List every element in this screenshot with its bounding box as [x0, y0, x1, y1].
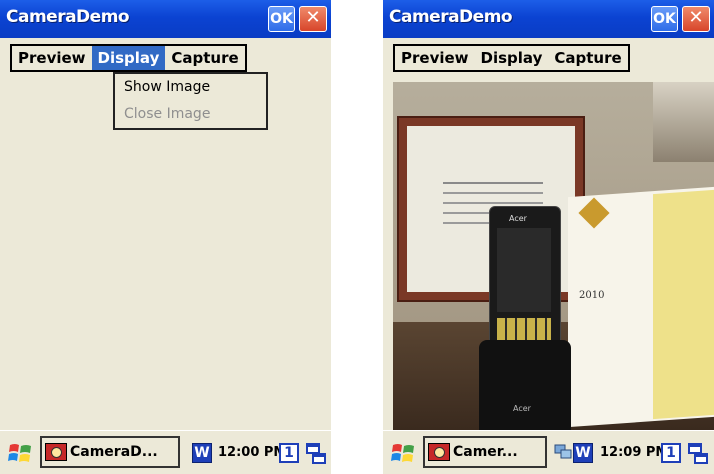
- photo-cradle-brand: Acer: [513, 404, 531, 413]
- windows-start-icon[interactable]: [390, 441, 418, 465]
- window-title: CameraDemo: [6, 7, 130, 27]
- display-dropdown-menu: Show Image Close Image: [113, 72, 268, 130]
- photo-phone-screen: [497, 228, 551, 312]
- clock[interactable]: 12:00 PM: [218, 445, 286, 460]
- camera-app-icon: [45, 443, 67, 461]
- title-bar: CameraDemo OK ✕: [0, 0, 331, 38]
- menu-capture[interactable]: Capture: [165, 46, 244, 70]
- windows-switch-icon[interactable]: [306, 443, 326, 465]
- captured-image: 2010 Acer Acer: [393, 82, 714, 430]
- menu-display[interactable]: Display: [91, 46, 166, 70]
- w-tray-icon[interactable]: W: [573, 443, 593, 463]
- notification-badge[interactable]: 1: [661, 443, 681, 463]
- menu-item-show-image[interactable]: Show Image: [115, 74, 266, 101]
- connection-tray-icon[interactable]: [553, 441, 573, 461]
- close-button[interactable]: ✕: [299, 6, 327, 32]
- photo-phone-keypad: [497, 318, 551, 342]
- photo-cradle: [479, 340, 571, 430]
- menu-item-close-image: Close Image: [124, 106, 211, 122]
- task-button-label: Camer...: [453, 444, 518, 460]
- menu-preview[interactable]: Preview: [12, 46, 92, 70]
- w-tray-icon[interactable]: W: [192, 443, 212, 463]
- photo-certificate-text: [443, 182, 543, 184]
- menu-preview[interactable]: Preview: [395, 46, 475, 70]
- menu-capture[interactable]: Capture: [548, 46, 627, 70]
- menu-bar: Preview Display Capture: [10, 44, 247, 72]
- camera-app-icon: [428, 443, 450, 461]
- task-button-label: CameraD...: [70, 444, 158, 460]
- photo-document-year: 2010: [579, 290, 605, 301]
- taskbar: CameraD... W 12:00 PM 1: [0, 430, 331, 474]
- photo-shelf: [653, 82, 714, 162]
- ok-button[interactable]: OK: [268, 6, 295, 32]
- notification-badge[interactable]: 1: [279, 443, 299, 463]
- right-device-screen: CameraDemo OK ✕ Preview Display Capture …: [383, 0, 714, 474]
- taskbar: Camer... W 12:09 PM 1: [383, 430, 714, 474]
- photo-document-yellow: [653, 189, 714, 420]
- menu-display[interactable]: Display: [475, 46, 549, 70]
- windows-switch-icon[interactable]: [688, 443, 708, 465]
- close-button[interactable]: ✕: [682, 6, 710, 32]
- left-device-screen: CameraDemo OK ✕ Preview Display Capture …: [0, 0, 331, 474]
- menu-bar: Preview Display Capture: [393, 44, 630, 72]
- ok-button[interactable]: OK: [651, 6, 678, 32]
- task-button-camerademo[interactable]: Camer...: [423, 436, 547, 468]
- title-bar: CameraDemo OK ✕: [383, 0, 714, 38]
- photo-phone-brand: Acer: [509, 214, 527, 223]
- window-title: CameraDemo: [389, 7, 513, 27]
- windows-start-icon[interactable]: [7, 441, 35, 465]
- clock[interactable]: 12:09 PM: [600, 445, 668, 460]
- task-button-camerademo[interactable]: CameraD...: [40, 436, 180, 468]
